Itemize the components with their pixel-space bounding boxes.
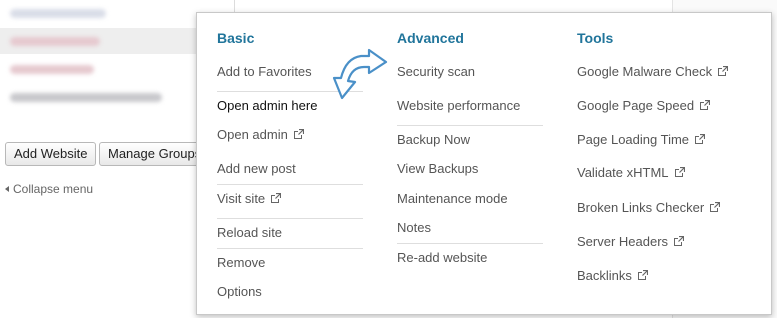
google-malware-check-item[interactable]: Google Malware Check	[577, 64, 729, 79]
remove-item[interactable]: Remove	[217, 255, 265, 270]
external-link-icon	[718, 66, 729, 76]
broken-links-checker-item[interactable]: Broken Links Checker	[577, 200, 721, 215]
server-headers-item[interactable]: Server Headers	[577, 234, 685, 249]
website-actions-menu: Basic Add to Favorites Open admin here O…	[196, 12, 772, 315]
security-scan-item[interactable]: Security scan	[397, 64, 475, 79]
advanced-heading: Advanced	[397, 30, 464, 46]
collapse-menu-link[interactable]: Collapse menu	[5, 182, 93, 196]
menu-separator	[217, 218, 363, 219]
blurred-website-name	[10, 93, 162, 102]
page-loading-time-item[interactable]: Page Loading Time	[577, 132, 706, 147]
blurred-website-name	[10, 37, 100, 46]
blurred-website-name	[10, 65, 94, 74]
notes-item[interactable]: Notes	[397, 220, 431, 235]
external-link-icon	[637, 270, 648, 280]
open-admin-item[interactable]: Open admin	[217, 127, 304, 142]
website-list-item[interactable]	[0, 0, 196, 26]
external-link-icon	[710, 202, 721, 212]
website-list	[0, 0, 196, 112]
options-item[interactable]: Options	[217, 284, 262, 299]
basic-heading: Basic	[217, 30, 255, 46]
validate-xhtml-label: Validate xHTML	[577, 165, 669, 180]
collapse-menu-label: Collapse menu	[13, 182, 94, 196]
google-page-speed-item[interactable]: Google Page Speed	[577, 98, 711, 113]
re-add-website-item[interactable]: Re-add website	[397, 250, 487, 265]
menu-separator	[217, 184, 363, 185]
validate-xhtml-item[interactable]: Validate xHTML	[577, 165, 685, 180]
annotation-arrow-icon	[332, 48, 388, 100]
visit-site-item[interactable]: Visit site	[217, 191, 282, 206]
backlinks-item[interactable]: Backlinks	[577, 268, 648, 283]
visit-site-label: Visit site	[217, 191, 266, 206]
website-list-item[interactable]	[0, 84, 196, 110]
add-new-post-item[interactable]: Add new post	[217, 161, 296, 176]
external-link-icon	[293, 129, 304, 139]
external-link-icon	[271, 193, 282, 203]
website-list-item[interactable]	[0, 56, 196, 82]
open-admin-here-item[interactable]: Open admin here	[217, 98, 317, 113]
external-link-icon	[700, 100, 711, 110]
page-loading-time-label: Page Loading Time	[577, 132, 690, 147]
reload-site-item[interactable]: Reload site	[217, 225, 282, 240]
external-link-icon	[695, 134, 706, 144]
menu-separator	[397, 125, 543, 126]
menu-separator	[397, 243, 543, 244]
server-headers-label: Server Headers	[577, 234, 669, 249]
page: Add Website Manage Groups Collapse menu …	[0, 0, 777, 318]
backup-now-item[interactable]: Backup Now	[397, 132, 470, 147]
background-divider	[234, 0, 235, 12]
external-link-icon	[674, 236, 685, 246]
view-backups-item[interactable]: View Backups	[397, 161, 478, 176]
manage-groups-button[interactable]: Manage Groups	[99, 142, 211, 166]
website-performance-item[interactable]: Website performance	[397, 98, 520, 113]
blurred-website-name	[10, 9, 106, 18]
website-list-item[interactable]	[0, 28, 196, 54]
backlinks-label: Backlinks	[577, 268, 632, 283]
triangle-left-icon	[5, 185, 9, 192]
tools-heading: Tools	[577, 30, 614, 46]
maintenance-mode-item[interactable]: Maintenance mode	[397, 191, 508, 206]
external-link-icon	[674, 167, 685, 177]
menu-separator	[217, 248, 363, 249]
open-admin-label: Open admin	[217, 127, 288, 142]
broken-links-checker-label: Broken Links Checker	[577, 200, 705, 215]
google-malware-check-label: Google Malware Check	[577, 64, 713, 79]
add-to-favorites-item[interactable]: Add to Favorites	[217, 64, 312, 79]
add-website-button[interactable]: Add Website	[5, 142, 97, 166]
google-page-speed-label: Google Page Speed	[577, 98, 695, 113]
